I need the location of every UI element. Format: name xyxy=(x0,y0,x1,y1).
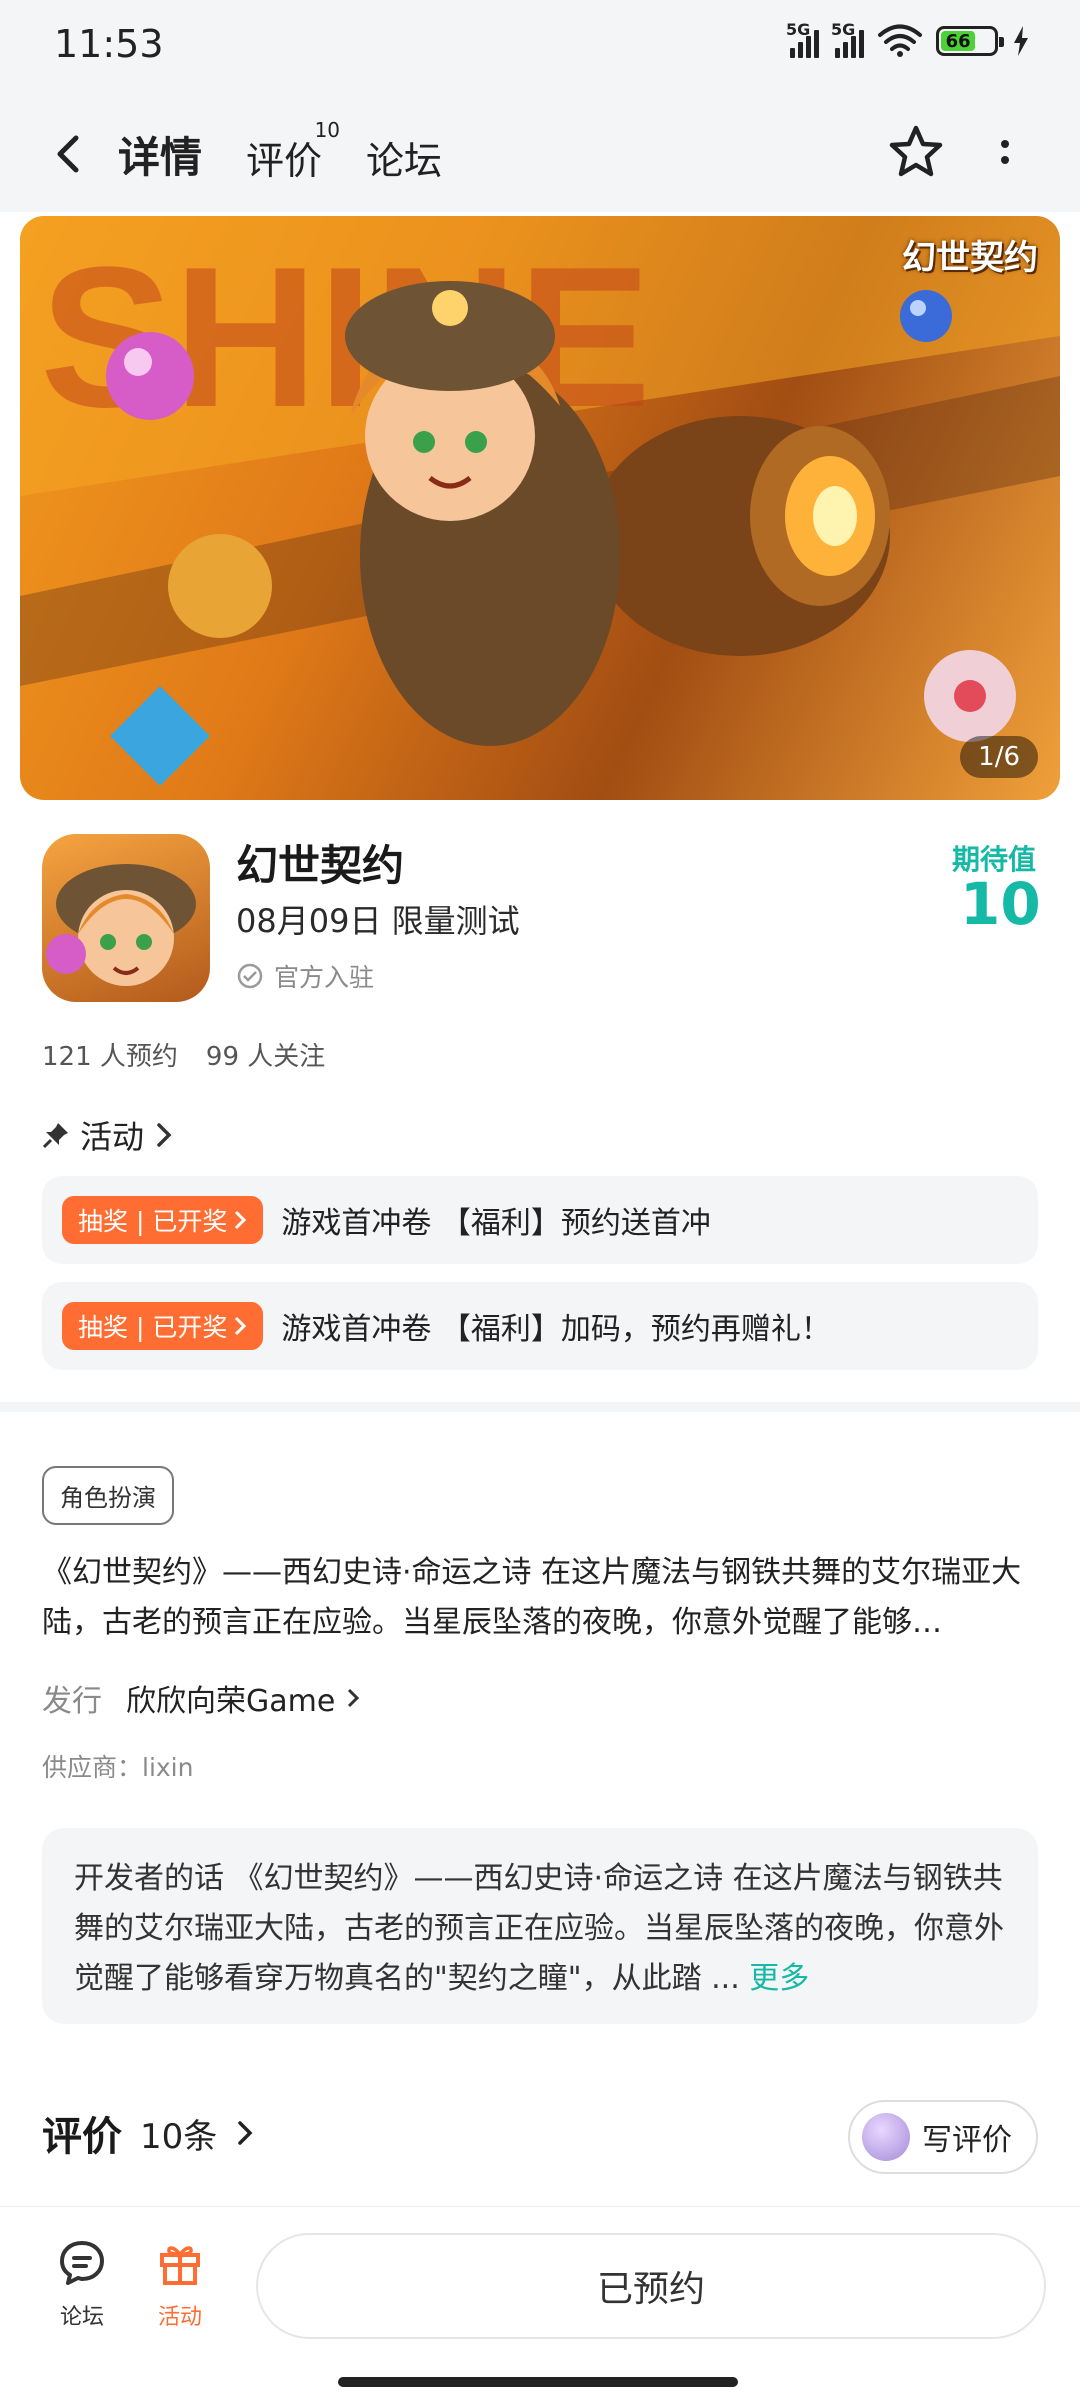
follower-count: 99 人关注 xyxy=(205,1042,326,1072)
official-verified: 官方入驻 xyxy=(236,958,374,994)
forum-chat-icon xyxy=(60,2241,104,2285)
pin-icon xyxy=(42,1123,68,1149)
write-review-button[interactable]: 写评价 xyxy=(848,2100,1038,2174)
reviews-title: 评价 xyxy=(42,2114,122,2160)
screenshot-carousel[interactable]: SHINE 幻世契约 1/6 xyxy=(20,216,1060,800)
tab-forum[interactable]: 论坛 xyxy=(366,130,442,185)
favorite-star-icon[interactable] xyxy=(886,122,946,182)
expectation-value: 10 xyxy=(960,870,1041,938)
activity-section-header[interactable]: 活动 xyxy=(42,1112,174,1158)
reserved-button[interactable]: 已预约 xyxy=(256,2233,1046,2339)
bottom-action-bar: 论坛 活动 已预约 xyxy=(0,2206,1080,2400)
tab-reviews[interactable]: 评价 10 xyxy=(246,118,340,185)
developer-words[interactable]: 开发者的话 《幻世契约》——西幻史诗·命运之诗 在这片魔法与钢铁共舞的艾尔瑞亚大… xyxy=(42,1828,1038,2024)
more-options-icon[interactable] xyxy=(990,134,1020,174)
more-link[interactable]: 更多 xyxy=(749,1961,809,1996)
status-icons: 5G 5G 66 xyxy=(786,20,1030,58)
status-bar: 11:53 5G 5G 66 xyxy=(0,0,1080,96)
section-divider xyxy=(0,1402,1080,1412)
home-indicator[interactable] xyxy=(338,2377,738,2387)
review-count-badge: 10 xyxy=(314,118,341,142)
activity-text: 游戏首冲卷 【福利】预约送首冲 xyxy=(281,1206,711,1241)
lottery-badge: 抽奖 | 已开奖 xyxy=(62,1196,264,1244)
activity-item[interactable]: 抽奖 | 已开奖 游戏首冲卷 【福利】预约送首冲 xyxy=(42,1176,1038,1264)
carousel-counter: 1/6 xyxy=(960,736,1038,778)
battery-icon: 66 xyxy=(936,26,1004,56)
battery-level: 66 xyxy=(941,31,976,52)
activity-item[interactable]: 抽奖 | 已开奖 游戏首冲卷 【福利】加码，预约再赠礼！ xyxy=(42,1282,1038,1370)
publisher-row[interactable]: 发行 欣欣向荣Game xyxy=(42,1676,361,1720)
reviews-count: 10条 xyxy=(140,2116,218,2157)
genre-tag[interactable]: 角色扮演 xyxy=(42,1466,174,1525)
developer-words-text: 开发者的话 《幻世契约》——西幻史诗·命运之诗 在这片魔法与钢铁共舞的艾尔瑞亚大… xyxy=(74,1861,1004,1996)
chevron-right-icon xyxy=(235,1316,247,1336)
forum-button[interactable]: 论坛 xyxy=(42,2237,122,2331)
stats-row: 121 人预约 99 人关注 xyxy=(42,1036,325,1073)
publisher-name: 欣欣向荣Game xyxy=(126,1676,361,1720)
reviews-header[interactable]: 评价 10条 xyxy=(42,2104,257,2162)
activity-text: 游戏首冲卷 【福利】加码，预约再赠礼！ xyxy=(281,1312,831,1347)
chevron-right-icon xyxy=(235,1210,247,1230)
publisher-label: 发行 xyxy=(42,1684,102,1719)
avatar xyxy=(862,2113,910,2161)
game-description[interactable]: 《幻世契约》——西幻史诗·命运之诗 在这片魔法与钢铁共舞的艾尔瑞亚大陆，古老的预… xyxy=(42,1548,1042,1648)
chevron-right-icon xyxy=(157,1123,172,1147)
app-name: 幻世契约 xyxy=(236,841,405,890)
check-circle-icon xyxy=(237,963,263,989)
back-arrow-icon[interactable] xyxy=(48,126,92,182)
gift-icon xyxy=(160,2246,200,2285)
reservation-count: 121 人预约 xyxy=(42,1042,178,1072)
game-logo: 幻世契约 xyxy=(902,238,1038,278)
tab-bar: 详情 评价 10 论坛 xyxy=(114,118,442,189)
tab-details[interactable]: 详情 xyxy=(114,124,206,189)
supplier-info: 供应商：lixin xyxy=(42,1753,194,1782)
lottery-badge: 抽奖 | 已开奖 xyxy=(62,1302,264,1350)
activity-button[interactable]: 活动 xyxy=(140,2237,220,2331)
chevron-right-icon xyxy=(238,2121,253,2145)
status-time: 11:53 xyxy=(54,22,164,66)
charging-icon xyxy=(1014,26,1028,56)
banner-artwork: SHINE xyxy=(20,216,1060,786)
cellular-signal-icon: 5G xyxy=(786,20,819,58)
release-info: 08月09日 限量测试 xyxy=(236,902,520,940)
app-icon xyxy=(42,834,210,1002)
chevron-right-icon xyxy=(348,1688,360,1708)
wifi-icon xyxy=(878,24,922,57)
cellular-signal-icon: 5G xyxy=(831,20,864,58)
top-nav: 详情 评价 10 论坛 xyxy=(0,96,1080,212)
